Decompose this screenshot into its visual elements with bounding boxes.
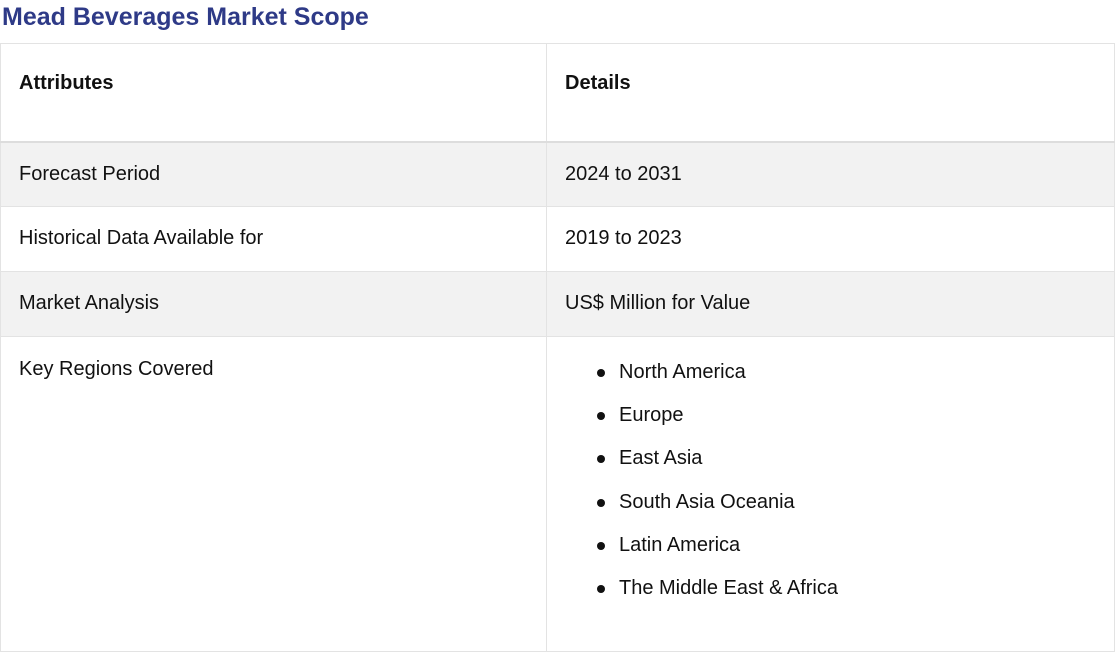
region-label: Europe [619, 404, 684, 427]
attribute-cell: Historical Data Available for [0, 206, 547, 272]
region-label: The Middle East & Africa [619, 576, 838, 599]
attribute-cell: Market Analysis [0, 271, 547, 337]
region-label: North America [619, 361, 746, 383]
attribute-cell: Key Regions Covered [0, 336, 547, 652]
header-details: Details [546, 43, 1115, 142]
detail-cell: 2024 to 2031 [546, 141, 1115, 207]
market-scope-table: Attributes Details Forecast Period 2024 … [0, 43, 1115, 652]
region-label: Latin America [619, 533, 741, 556]
list-item: The Middle East & Africa [597, 576, 1114, 621]
header-attributes: Attributes [0, 43, 547, 142]
table-header-row: Attributes Details [0, 43, 1115, 142]
table-row: Market Analysis US$ Million for Value [0, 271, 1115, 337]
list-item: East Asia [597, 448, 1114, 491]
table-row: Historical Data Available for 2019 to 20… [0, 206, 1115, 272]
list-item: Latin America [597, 533, 1114, 578]
list-item: South Asia Oceania [597, 490, 1114, 535]
bullet-icon [597, 369, 605, 377]
bullet-icon [597, 455, 605, 464]
detail-cell: North America Europe East Asia South Asi… [546, 336, 1115, 652]
detail-cell: 2019 to 2023 [546, 206, 1115, 272]
list-item: North America [597, 362, 1114, 405]
region-label: East Asia [619, 447, 703, 470]
table-row: Forecast Period 2024 to 2031 [0, 141, 1115, 207]
page: Mead Beverages Market Scope Attributes D… [0, 0, 1116, 655]
detail-cell: US$ Million for Value [546, 271, 1115, 337]
bullet-icon [597, 498, 605, 507]
list-item: Europe [597, 405, 1114, 448]
bullet-icon [597, 584, 605, 593]
region-label: South Asia Oceania [619, 490, 795, 513]
table-row: Key Regions Covered North America Europe… [0, 336, 1115, 652]
regions-list: North America Europe East Asia South Asi… [565, 358, 1114, 621]
bullet-icon [597, 541, 605, 550]
page-title: Mead Beverages Market Scope [2, 3, 369, 31]
bullet-icon [597, 412, 605, 421]
attribute-cell: Forecast Period [0, 141, 547, 207]
